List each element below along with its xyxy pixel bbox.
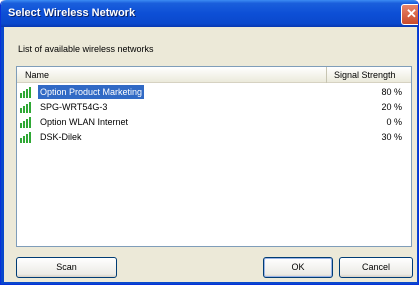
wireless-signal-icon [20,132,31,143]
list-item[interactable]: DSK-Dilek 30 % [18,130,410,144]
network-name: SPG-WRT54G-3 [40,102,108,112]
cancel-button[interactable]: Cancel [339,257,413,278]
ok-button[interactable]: OK [263,257,333,278]
signal-strength: 30 % [381,132,402,142]
column-header-name[interactable]: Name [17,67,327,83]
window-title: Select Wireless Network [8,7,136,19]
close-button[interactable]: ✕ [401,4,418,25]
signal-strength: 80 % [381,87,402,97]
list-item[interactable]: Option Product Marketing 80 % [18,85,410,99]
signal-strength: 20 % [381,102,402,112]
network-name: Option Product Marketing [38,85,145,99]
network-name: DSK-Dilek [40,132,82,142]
network-list[interactable]: Name Signal Strength Option Product Mark… [16,66,412,247]
list-item[interactable]: SPG-WRT54G-3 20 % [18,100,410,114]
wireless-signal-icon [20,87,31,98]
list-header: Name Signal Strength [17,67,411,83]
title-bar[interactable]: Select Wireless Network ✕ [1,0,418,27]
network-list-label: List of available wireless networks [18,44,154,54]
wireless-signal-icon [20,102,31,113]
column-header-signal-strength[interactable]: Signal Strength [328,67,411,83]
signal-strength: 0 % [386,117,402,127]
list-item[interactable]: Option WLAN Internet 0 % [18,115,410,129]
network-name: Option WLAN Internet [40,117,129,127]
wireless-signal-icon [20,117,31,128]
scan-button[interactable]: Scan [16,257,117,278]
close-icon: ✕ [406,6,417,21]
select-wireless-network-dialog: Select Wireless Network ✕ List of availa… [0,0,419,285]
